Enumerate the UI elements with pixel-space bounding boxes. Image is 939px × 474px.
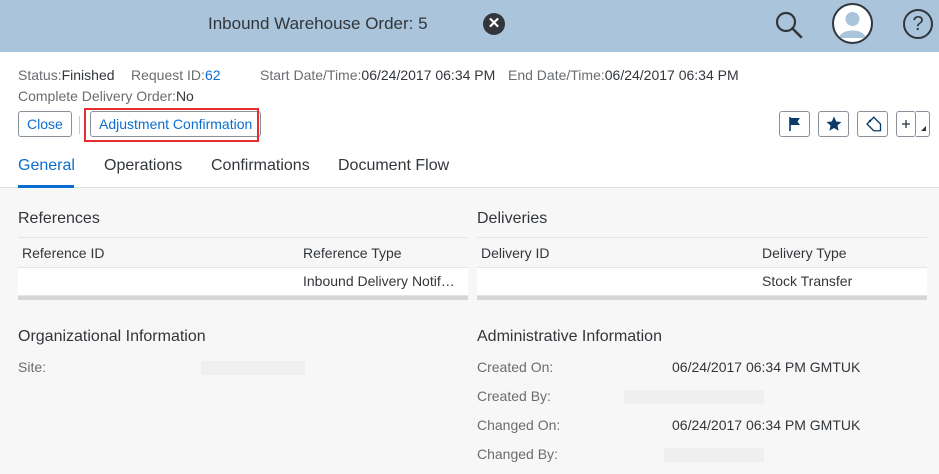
admin-info-title: Administrative Information [477,328,662,345]
active-tab-indicator [18,185,74,188]
references-title: References [18,210,100,227]
complete-delivery-label: Complete Delivery Order: [18,88,176,104]
org-info-title: Organizational Information [18,328,206,345]
site-label: Site: [18,359,47,375]
complete-delivery-value: No [175,88,194,104]
favorite-button[interactable] [818,111,849,137]
highlight-box [84,108,259,142]
redacted-site [201,361,305,375]
redacted-changed-by [664,448,764,462]
column-header-delivery-id: Delivery ID [481,245,550,261]
close-circle-icon[interactable]: ✕ [483,13,505,35]
tag-icon [865,116,881,132]
reference-type-cell: Inbound Delivery Notif… [303,273,455,289]
tab-operations[interactable]: Operations [104,157,182,175]
status-value: Finished [61,67,115,83]
tab-bar-divider [0,187,939,188]
expand-corner-icon [920,126,926,131]
request-id-label: Request ID: [131,67,205,83]
changed-on-label: Changed On: [477,417,561,433]
redacted-created-by [624,390,764,404]
delivery-type-cell: Stock Transfer [762,273,853,289]
favorite-star-icon [826,116,841,131]
start-datetime-attribute: Start Date/Time:06/24/2017 06:34 PM [260,67,495,83]
add-tile-button[interactable] [896,111,916,137]
tab-general[interactable]: General [18,157,75,175]
request-id-attribute: Request ID:62 [131,67,221,83]
column-header-reference-id: Reference ID [22,245,105,261]
deliveries-title: Deliveries [477,210,548,227]
add-tile-menu-button[interactable] [916,111,930,137]
status-label: Status: [18,67,62,83]
table-row[interactable]: Stock Transfer [477,268,927,296]
request-id-link[interactable]: 62 [205,67,221,83]
changed-by-label: Changed By: [477,446,558,462]
table-row[interactable]: Inbound Delivery Notif… [18,268,468,296]
tag-button[interactable] [857,111,888,137]
shell-bar: Inbound Warehouse Order: 5 ✕ ? [0,0,939,52]
toolbar-separator [79,116,80,134]
created-on-value: 06/24/2017 06:34 PM GMTUK [672,359,861,375]
end-datetime-attribute: End Date/Time:06/24/2017 06:34 PM [508,67,739,83]
created-by-label: Created By: [477,388,551,404]
help-icon[interactable]: ? [903,9,933,39]
table-footer [18,296,468,300]
tab-document-flow[interactable]: Document Flow [338,157,449,175]
created-on-label: Created On: [477,359,554,375]
close-button[interactable]: Close [18,111,72,137]
start-datetime-label: Start Date/Time: [260,67,362,83]
table-header: Reference ID Reference Type [18,237,468,268]
table-header: Delivery ID Delivery Type [477,237,927,268]
status-attribute: Status:Finished [18,67,115,83]
table-footer [477,296,927,300]
tab-confirmations[interactable]: Confirmations [211,157,310,175]
end-datetime-value: 06/24/2017 06:34 PM [604,67,739,83]
changed-on-value: 06/24/2017 06:34 PM GMTUK [672,417,861,433]
column-header-reference-type: Reference Type [303,245,402,261]
user-avatar-icon[interactable] [832,3,873,44]
column-header-delivery-type: Delivery Type [762,245,847,261]
page-title: Inbound Warehouse Order: 5 [208,14,428,33]
search-icon[interactable] [774,10,804,40]
start-datetime-value: 06/24/2017 06:34 PM [361,67,496,83]
flag-icon [788,117,800,131]
flag-button[interactable] [779,111,810,137]
complete-delivery-attribute: Complete Delivery Order:No [18,88,194,104]
add-tile-icon [902,120,910,128]
end-datetime-label: End Date/Time: [508,67,605,83]
